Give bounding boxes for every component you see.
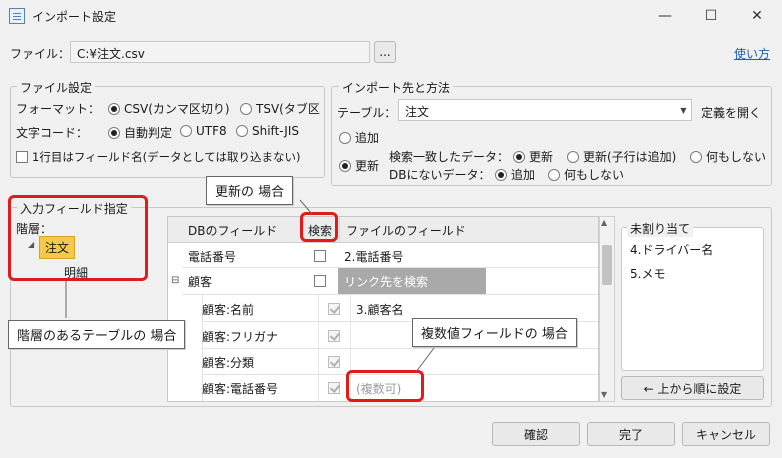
callout-update: 更新の 場合: [206, 176, 294, 205]
done-button[interactable]: 完了: [587, 422, 675, 446]
callout-hierarchy: 階層のあるテーブルの 場合: [8, 320, 186, 349]
callout-pointers: [65, 199, 441, 373]
callout-line-update: [299, 199, 313, 215]
cancel-button[interactable]: キャンセル: [682, 422, 770, 446]
confirm-button[interactable]: 確認: [492, 422, 580, 446]
callout-multi: 複数値フィールドの 場合: [412, 318, 577, 347]
